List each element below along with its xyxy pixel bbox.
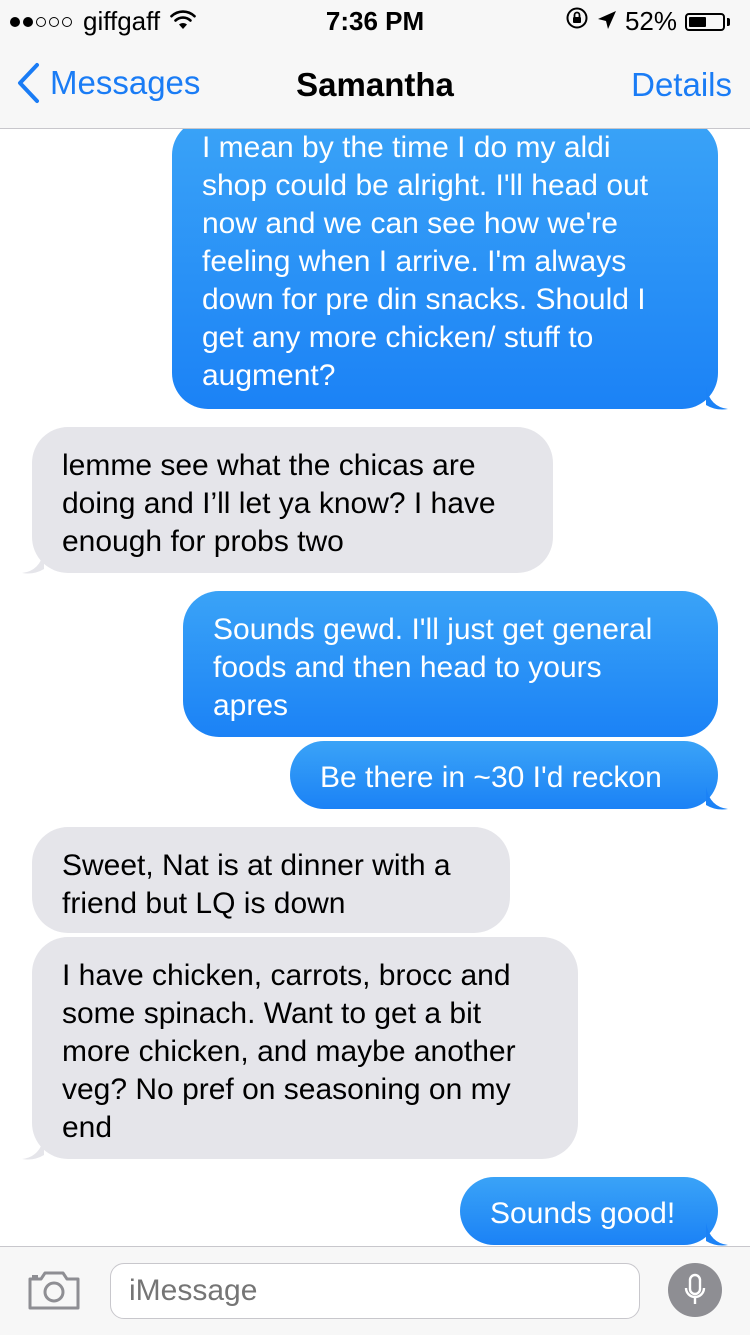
sent-message-bubble[interactable]: Sounds gewd. I'll just get general foods …: [183, 591, 718, 737]
details-button[interactable]: Details: [631, 66, 732, 104]
message-text-line: doing and I’ll let ya know? I have: [62, 487, 496, 520]
message-text-line: I have chicken, carrots, brocc and: [62, 959, 511, 992]
camera-button[interactable]: [26, 1269, 82, 1316]
message-text-line: Sounds gewd. I'll just get general: [213, 613, 653, 646]
message-text-line: I mean by the time I do my aldi: [202, 131, 611, 164]
message-text-line: augment?: [202, 359, 336, 392]
message-input-bar: [0, 1246, 750, 1335]
message-text-line: lemme see what the chicas are: [62, 449, 476, 482]
message-text-line: enough for probs two: [62, 525, 344, 558]
received-message-bubble[interactable]: Sweet, Nat is at dinner with a friend but…: [32, 827, 510, 933]
message-text-line: Sounds good!: [490, 1197, 676, 1230]
sent-message-bubble[interactable]: Be there in ~30 I'd reckon: [290, 741, 728, 810]
sent-message-bubble[interactable]: I mean by the time I do my aldi shop coul…: [172, 129, 728, 410]
bubble-tail: [22, 1137, 44, 1160]
message-text-line: get any more chicken/ stuff to: [202, 321, 594, 354]
message-text-line: veg? No pref on seasoning on my: [62, 1073, 511, 1106]
rotation-lock-icon: [565, 6, 597, 37]
message-text-line: more chicken, and maybe another: [62, 1035, 516, 1068]
message-text-line: feeling when I arrive. I'm always: [202, 245, 627, 278]
message-text-line: Be there in ~30 I'd reckon: [320, 761, 662, 794]
camera-icon: [28, 1271, 80, 1310]
dictation-button[interactable]: [668, 1263, 722, 1317]
bubble-tail: [706, 787, 728, 810]
battery-level-fill: [689, 16, 706, 27]
message-text-line: shop could be alright. I'll head out: [202, 169, 649, 202]
message-text-line: Sweet, Nat is at dinner with a: [62, 849, 451, 882]
message-text-line: down for pre din snacks. Should I: [202, 283, 646, 316]
battery-percent: 52%: [624, 6, 677, 36]
message-text-line: apres: [213, 689, 289, 722]
message-text-line: now and we can see how we're: [202, 207, 618, 240]
message-text-line: some spinach. Want to get a bit: [62, 997, 482, 1030]
received-message-bubble[interactable]: lemme see what the chicas are doing and I…: [22, 427, 553, 574]
status-right: 52%: [565, 6, 730, 37]
battery-cap: [727, 17, 730, 26]
message-text-line: friend but LQ is down: [62, 887, 346, 920]
location-icon: [597, 6, 625, 37]
microphone-icon: [684, 1273, 706, 1304]
status-bar: giffgaff 7:36 PM 52%: [0, 0, 750, 40]
received-message-bubble[interactable]: I have chicken, carrots, brocc and some s…: [22, 937, 578, 1160]
bubble-tail: [706, 387, 728, 410]
message-thread[interactable]: I mean by the time I do my aldi shop coul…: [0, 129, 750, 1246]
sent-message-bubble[interactable]: Sounds good!: [460, 1177, 728, 1246]
battery-icon: [685, 12, 725, 31]
message-text-line: end: [62, 1111, 113, 1144]
imessage-input[interactable]: [110, 1263, 640, 1319]
bubble-tail: [22, 551, 44, 574]
navigation-bar: Messages Samantha Details: [0, 40, 750, 129]
bubble-tail: [706, 1223, 728, 1246]
message-text-line: foods and then head to yours: [213, 651, 602, 684]
